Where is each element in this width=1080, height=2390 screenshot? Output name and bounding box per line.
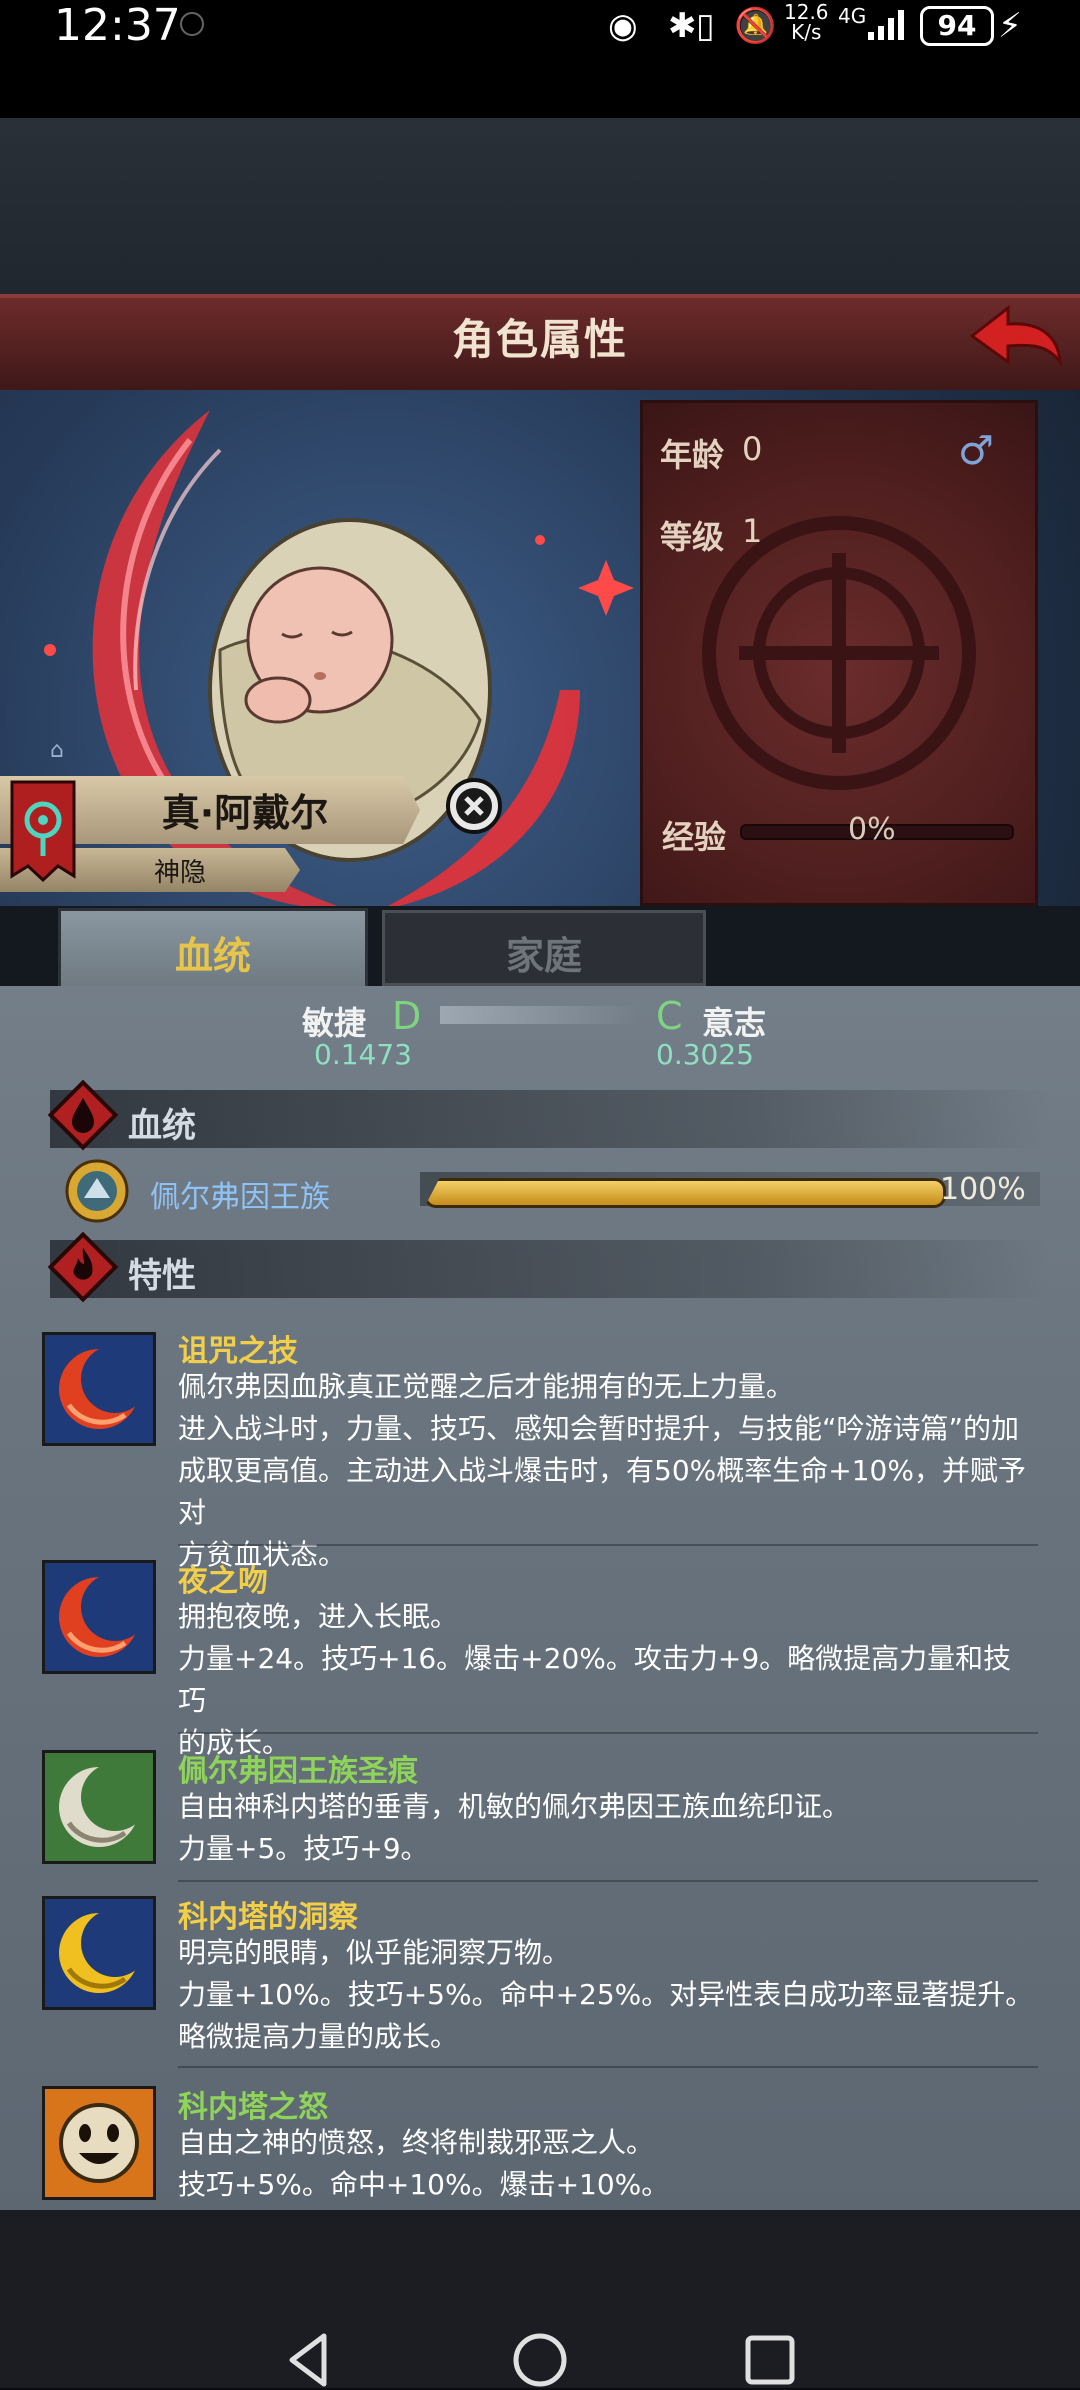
stat-divider: [440, 1006, 640, 1024]
trait-name: 佩尔弗因王族圣痕: [178, 1754, 418, 1789]
trait-desc-line: 明亮的眼睛，似乎能洞察万物。: [178, 1936, 571, 1969]
smiley-face-icon[interactable]: [42, 2086, 156, 2200]
royal-crest-icon: [65, 1159, 129, 1223]
charging-icon: ⚡: [998, 6, 1022, 46]
battery-indicator: 94: [920, 6, 994, 46]
stat-agility-value: 0.1473: [314, 1038, 412, 1071]
bluetooth-icon: ✱: [668, 6, 697, 46]
network-type: 4G: [838, 4, 867, 28]
notification-icon: [180, 12, 204, 36]
net-speed-unit: K/s: [791, 20, 822, 44]
status-time: 12:37: [54, 0, 181, 51]
exp-value: 0%: [848, 812, 896, 847]
character-name: 真·阿戴尔: [161, 791, 329, 835]
page-title: 角色属性: [451, 315, 628, 364]
trait-desc-line: 力量+5。技巧+9。: [178, 1832, 429, 1865]
trait-description: 明亮的眼睛，似乎能洞察万物。 力量+10%。技巧+5%。命中+25%。对异性表白…: [178, 1932, 1038, 2058]
age-value: 0: [742, 430, 763, 468]
trait-desc-line: 自由之神的愤怒，终将制裁邪恶之人。: [178, 2126, 655, 2159]
trait-name: 科内塔之怒: [178, 2090, 328, 2125]
white-crescent-icon[interactable]: [42, 1750, 156, 1864]
blood-drop-icon: [47, 1079, 119, 1151]
bloodline-name: 佩尔弗因王族: [150, 1180, 330, 1215]
level-label: 等级: [660, 518, 725, 556]
fire-trait-icon: [47, 1231, 119, 1303]
eye-icon: ◉: [608, 6, 638, 46]
traits-section-header: [50, 1240, 1050, 1298]
net-speed-value: 12.6: [784, 0, 829, 24]
stat-will-grade: C: [656, 994, 683, 1038]
bloodline-section-title: 血统: [128, 1106, 196, 1146]
trait-description: 拥抱夜晚，进入长眠。 力量+24。技巧+16。爆击+20%。攻击力+9。略微提高…: [178, 1596, 1038, 1764]
trait-desc-line: 拥抱夜晚，进入长眠。: [178, 1600, 459, 1633]
exp-label: 经验: [662, 818, 727, 856]
back-arrow-icon[interactable]: [968, 300, 1064, 372]
trait-name: 诅咒之技: [178, 1334, 298, 1369]
bloodline-percent: 100%: [940, 1172, 1026, 1207]
trait-desc-line: 进入战斗时，力量、技巧、感知会暂时提升，与技能“吟游诗篇”的加: [178, 1412, 1020, 1445]
home-icon: ⌂: [50, 738, 64, 763]
red-crescent-icon[interactable]: [42, 1560, 156, 1674]
trait-desc-line: 成取更高值。主动进入战斗爆击时，有50%概率生命+10%，并赋予对: [178, 1454, 1026, 1529]
yellow-crescent-icon[interactable]: [42, 1896, 156, 2010]
nav-recents-icon[interactable]: [740, 2330, 800, 2390]
nav-home-icon[interactable]: [510, 2330, 570, 2390]
red-crescent-icon[interactable]: [42, 1332, 156, 1446]
signal-icon: [868, 10, 904, 40]
trait-separator: [178, 1732, 1038, 1734]
trait-desc-line: 技巧+5%。命中+10%。爆击+10%。: [178, 2168, 670, 2201]
trait-description: 自由之神的愤怒，终将制裁邪恶之人。 技巧+5%。命中+10%。爆击+10%。: [178, 2122, 1038, 2206]
trait-desc-line: 力量+24。技巧+16。爆击+20%。攻击力+9。略微提高力量和技巧: [178, 1642, 1012, 1717]
trait-desc-line: 力量+10%。技巧+5%。命中+25%。对异性表白成功率显著提升。: [178, 1978, 1034, 2011]
net-speed: 12.6 K/s: [784, 2, 829, 42]
trait-separator: [178, 2066, 1038, 2068]
vibrate-icon: ▯: [696, 6, 715, 46]
close-icon[interactable]: [444, 776, 504, 836]
family-banner-icon: [10, 780, 76, 883]
trait-description: 自由神科内塔的垂青，机敏的佩尔弗因王族血统印证。 力量+5。技巧+9。: [178, 1786, 1038, 1870]
trait-desc-line: 自由神科内塔的垂青，机敏的佩尔弗因王族血统印证。: [178, 1790, 851, 1823]
bloodline-progress-bar: [424, 1178, 946, 1208]
trait-name: 夜之吻: [178, 1564, 268, 1599]
trait-separator: [178, 1880, 1038, 1882]
trait-name: 科内塔的洞察: [178, 1900, 358, 1935]
trait-desc-line: 略微提高力量的成长。: [178, 2020, 459, 2053]
bloodline-section-header: [50, 1090, 1050, 1148]
stat-will-value: 0.3025: [656, 1038, 754, 1071]
mute-bell-icon: 🔕: [734, 6, 777, 46]
trait-separator: [178, 1544, 1038, 1546]
trait-desc-line: 佩尔弗因血脉真正觉醒之后才能拥有的无上力量。: [178, 1370, 795, 1403]
trait-desc-line: 方贫血状态。: [178, 1538, 347, 1571]
tab-family-label: 家庭: [505, 934, 582, 978]
stat-agility-grade: D: [392, 994, 422, 1038]
character-subtitle: 神隐: [153, 858, 206, 888]
traits-section-title: 特性: [128, 1256, 196, 1296]
tab-bloodline[interactable]: 血统: [58, 908, 368, 994]
tab-bloodline-label: 血统: [174, 934, 251, 978]
level-value: 1: [742, 512, 763, 550]
tab-family[interactable]: 家庭: [382, 910, 706, 986]
age-label: 年龄: [660, 436, 725, 474]
male-symbol-icon: ♂: [958, 428, 994, 474]
nav-back-icon[interactable]: [280, 2330, 340, 2390]
